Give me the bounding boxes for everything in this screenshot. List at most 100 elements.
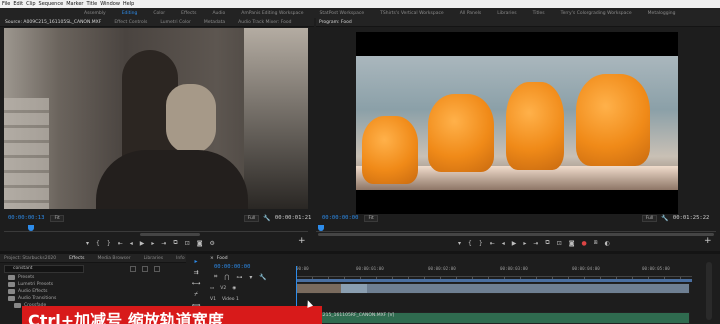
source-resolution-select[interactable]: Full: [243, 214, 260, 222]
tab-lumetri-color[interactable]: Lumetri Color: [160, 20, 190, 25]
video-clip[interactable]: [296, 283, 690, 294]
workspace-ampanis[interactable]: AmPanis Editing Workspace: [241, 11, 303, 16]
go-to-out-icon[interactable]: ⇥: [533, 240, 538, 247]
play-icon[interactable]: ▶: [512, 240, 517, 247]
toggle-sync-lock-icon[interactable]: ▭: [210, 286, 214, 291]
tab-audio-track-mixer[interactable]: Audio Track Mixer: Food: [238, 20, 291, 25]
extract-icon[interactable]: ⊡: [557, 240, 562, 247]
track-header-v2[interactable]: ▭ V2 ◉: [210, 283, 294, 294]
32bit-effects-icon[interactable]: [142, 266, 148, 272]
toggle-output-icon[interactable]: ◉: [232, 286, 236, 291]
workspace-all-panels[interactable]: All Panels: [460, 11, 482, 16]
menu-title[interactable]: Title: [86, 1, 97, 7]
tree-item-presets[interactable]: Presets: [8, 274, 34, 281]
program-playhead[interactable]: [318, 225, 324, 231]
go-to-out-icon[interactable]: ⇥: [161, 240, 166, 247]
workspace-tshirts-vertical[interactable]: TShirts's Vertical Workspace: [380, 11, 444, 16]
record-icon[interactable]: ●: [582, 240, 587, 247]
export-frame-icon[interactable]: ◙: [197, 240, 203, 247]
workspace-libraries[interactable]: Libraries: [497, 11, 516, 16]
program-add-button-icon[interactable]: +: [704, 236, 712, 246]
play-icon[interactable]: ▶: [140, 240, 145, 247]
timeline-tab[interactable]: × Food: [210, 254, 228, 263]
timeline-settings-icon[interactable]: 🔧: [259, 274, 266, 281]
overwrite-icon[interactable]: ⊡: [185, 240, 190, 247]
insert-icon[interactable]: ⧉: [173, 239, 177, 247]
marker-icon[interactable]: ▾: [86, 240, 89, 247]
workspace-statpost[interactable]: StatPost Workspace: [320, 11, 365, 16]
source-timecode[interactable]: 00:00:00:13: [8, 215, 44, 221]
timeline-timecode[interactable]: 00:00:00:00: [214, 264, 250, 270]
nest-icon[interactable]: ⌗: [214, 273, 217, 281]
source-playhead[interactable]: [28, 225, 34, 231]
program-monitor-frame[interactable]: [356, 32, 678, 214]
add-marker-icon[interactable]: ▾: [249, 274, 252, 281]
tab-source[interactable]: Source: A009C215_161105SL_CANON.MXF: [5, 20, 101, 25]
tree-item-audio-effects[interactable]: Audio Effects: [8, 288, 48, 295]
timeline-vertical-scrollbar[interactable]: [706, 262, 712, 320]
menu-sequence[interactable]: Sequence: [39, 1, 64, 7]
source-monitor-frame[interactable]: [4, 28, 308, 209]
menu-help[interactable]: Help: [123, 1, 134, 7]
snap-icon[interactable]: ⋂: [224, 274, 229, 281]
export-frame-icon[interactable]: ◙: [569, 240, 575, 247]
tab-program[interactable]: Program: Food: [319, 20, 352, 25]
mark-out-icon[interactable]: }: [107, 240, 111, 247]
comparison-view-icon[interactable]: ⧈: [594, 239, 598, 247]
step-back-icon[interactable]: ◂: [130, 240, 133, 247]
mark-in-icon[interactable]: {: [468, 240, 472, 247]
tab-project[interactable]: Project: Starbucks2020: [4, 256, 56, 261]
program-time-ruler[interactable]: [316, 224, 716, 232]
go-to-in-icon[interactable]: ⇤: [118, 240, 123, 247]
workspace-editing[interactable]: Editing: [122, 11, 138, 16]
linked-selection-icon[interactable]: ⊶: [236, 274, 242, 281]
workspace-metalogging[interactable]: Metalogging: [648, 11, 676, 16]
program-zoom-scrollbar[interactable]: [318, 233, 714, 236]
program-resolution-select[interactable]: Full: [641, 214, 658, 222]
razor-tool-icon[interactable]: ⌿: [190, 291, 202, 302]
yuv-effects-icon[interactable]: [154, 266, 160, 272]
menu-clip[interactable]: Clip: [26, 1, 35, 7]
effects-search-input[interactable]: constant: [4, 265, 84, 273]
menu-window[interactable]: Window: [100, 1, 120, 7]
lift-icon[interactable]: ⧉: [545, 239, 549, 247]
menu-file[interactable]: File: [2, 1, 10, 7]
vr-video-icon[interactable]: ◐: [605, 240, 610, 247]
workspace-audio[interactable]: Audio: [212, 11, 225, 16]
workspace-assembly[interactable]: Assembly: [84, 11, 106, 16]
source-zoom-select[interactable]: Fit: [50, 214, 64, 222]
wrench-icon[interactable]: 🔧: [661, 215, 668, 222]
tab-media-browser[interactable]: Media Browser: [97, 256, 130, 261]
accelerated-effects-icon[interactable]: [130, 266, 136, 272]
track-select-tool-icon[interactable]: ⇉: [190, 269, 202, 280]
source-zoom-scrollbar[interactable]: [140, 233, 200, 236]
mark-in-icon[interactable]: {: [96, 240, 100, 247]
marker-icon[interactable]: ▾: [458, 240, 461, 247]
program-zoom-select[interactable]: Fit: [364, 214, 378, 222]
tree-item-audio-transitions[interactable]: Audio Transitions: [8, 295, 56, 302]
source-time-ruler[interactable]: [4, 224, 308, 232]
program-timecode[interactable]: 00:00:00:00: [322, 215, 358, 221]
mark-out-icon[interactable]: }: [479, 240, 483, 247]
workspace-titles[interactable]: Titles: [533, 11, 545, 16]
workspace-color[interactable]: Color: [153, 11, 165, 16]
tree-item-lumetri-presets[interactable]: Lumetri Presets: [8, 281, 53, 288]
track-header-v1[interactable]: V1 Video 1: [210, 294, 294, 305]
settings-icon[interactable]: ⚙: [210, 240, 215, 247]
tab-effect-controls[interactable]: Effect Controls: [114, 20, 147, 25]
tab-info[interactable]: Info: [176, 256, 185, 261]
go-to-in-icon[interactable]: ⇤: [490, 240, 495, 247]
step-forward-icon[interactable]: ▸: [523, 240, 526, 247]
work-area-bar[interactable]: [296, 279, 692, 282]
wrench-icon[interactable]: 🔧: [263, 215, 270, 222]
tab-effects[interactable]: Effects: [69, 256, 84, 261]
workspace-effects[interactable]: Effects: [181, 11, 196, 16]
selection-tool-icon[interactable]: ▸: [190, 258, 202, 269]
close-icon[interactable]: ×: [210, 256, 214, 261]
workspace-terry-colorgrading[interactable]: Terry's Colorgrading Workspace: [561, 11, 632, 16]
menu-edit[interactable]: Edit: [13, 1, 23, 7]
tab-metadata[interactable]: Metadata: [204, 20, 225, 25]
menu-marker[interactable]: Marker: [66, 1, 83, 7]
tab-libraries[interactable]: Libraries: [144, 256, 163, 261]
step-forward-icon[interactable]: ▸: [151, 240, 154, 247]
